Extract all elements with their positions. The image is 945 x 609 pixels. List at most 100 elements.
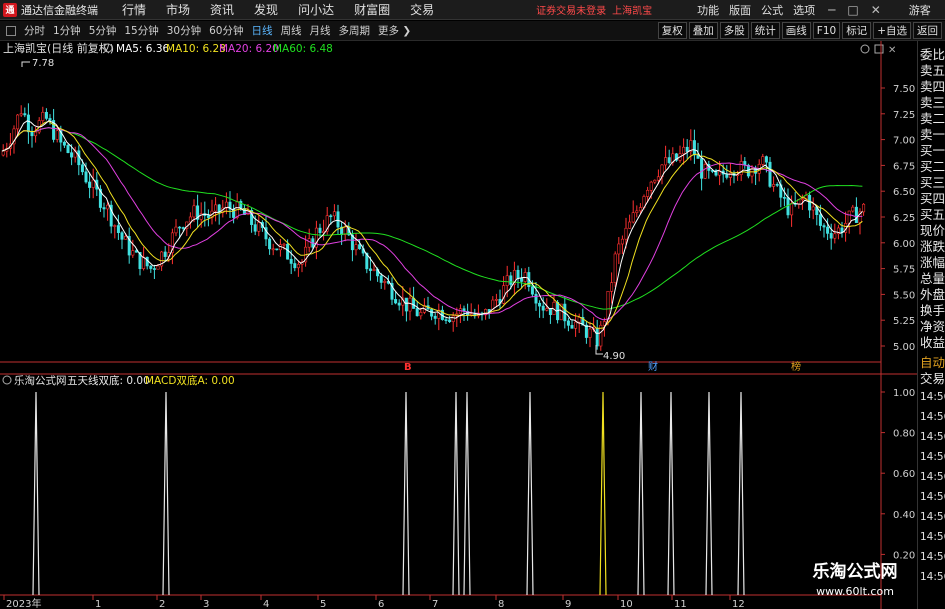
period-60min[interactable]: 60分钟 (208, 23, 244, 38)
event-mark-b[interactable]: B (404, 362, 412, 373)
quote-label-price: 现价 (920, 223, 945, 238)
period-daily[interactable]: 日线 (251, 23, 274, 38)
candle-body (516, 269, 520, 279)
period-more[interactable]: 更多 ❯ (377, 23, 412, 38)
close-pane-icon[interactable]: ✕ (888, 45, 896, 56)
menu-item-formula[interactable]: 公式 (761, 2, 783, 18)
menu-item-functions[interactable]: 功能 (697, 2, 719, 18)
quote-label-net-assets: 净资 (920, 319, 945, 334)
candle-body (494, 299, 498, 301)
multi-stock-button[interactable]: 多股 (719, 22, 749, 39)
maximize-pane-icon[interactable] (874, 44, 884, 54)
price-tick-label: 5.00 (893, 342, 915, 353)
candle-body (854, 206, 858, 223)
settings-icon[interactable] (860, 44, 870, 54)
candle-body (649, 181, 653, 191)
date-tick-label: 2 (159, 599, 165, 609)
event-mark-ranking[interactable]: 榜 (791, 360, 801, 373)
candle-body (408, 297, 412, 312)
candle-body (152, 268, 156, 270)
candle-body (80, 164, 84, 173)
menu-item-quotes[interactable]: 行情 (122, 1, 146, 18)
candle-body (91, 179, 95, 188)
user-name[interactable]: 游客 (909, 2, 931, 18)
period-weekly[interactable]: 周线 (280, 23, 303, 38)
back-button[interactable]: 返回 (913, 22, 942, 39)
maximize-icon[interactable]: □ (847, 3, 858, 17)
quote-label-sell1: 卖一 (920, 127, 945, 142)
quote-label-sell3: 卖三 (920, 95, 945, 110)
period-1min[interactable]: 1分钟 (52, 23, 82, 38)
ma10-label: MA10: 6.28 (166, 43, 226, 55)
candle-body (829, 233, 833, 239)
tick-time: 14:56 (920, 511, 945, 523)
date-tick-label: 9 (565, 599, 571, 609)
candle-body (84, 171, 88, 183)
tick-time: 14:56 (920, 431, 945, 443)
indicator-spike (599, 391, 607, 596)
minimize-icon[interactable]: ─ (828, 3, 835, 17)
menu-item-layout[interactable]: 版面 (729, 2, 751, 18)
candle-body (383, 281, 387, 283)
period-15min[interactable]: 15分钟 (123, 23, 159, 38)
indicator-field-five-day: 五天线双底: 0.00 (67, 374, 150, 387)
period-30min[interactable]: 30分钟 (166, 23, 202, 38)
candle-body (88, 181, 92, 188)
candle-body (775, 184, 779, 186)
candle-body (548, 308, 552, 315)
menu-item-discover[interactable]: 发现 (254, 1, 278, 18)
candle-body (505, 275, 509, 286)
event-mark-finance[interactable]: 财 (648, 360, 658, 373)
candle-body (545, 308, 549, 311)
add-watchlist-button[interactable]: +自选 (873, 22, 911, 39)
menu-item-news[interactable]: 资讯 (210, 1, 234, 18)
candle-body (178, 226, 182, 229)
menu-item-market[interactable]: 市场 (166, 1, 190, 18)
period-monthly[interactable]: 月线 (309, 23, 332, 38)
candle-body (397, 302, 401, 306)
date-tick-label: 11 (674, 599, 687, 609)
high-marker: 7.78 (21, 58, 54, 69)
date-tick-label: 1 (95, 599, 101, 609)
candle-body (530, 286, 534, 295)
close-icon[interactable]: ✕ (871, 3, 881, 17)
menu-item-options[interactable]: 选项 (793, 2, 815, 18)
indicator-tick-label: 1.00 (893, 388, 915, 399)
price-axis: 7.50 7.25 7.00 6.75 6.50 6.25 6.00 5.75 5.50 5.25… (881, 84, 915, 353)
draw-line-button[interactable]: 画线 (781, 22, 811, 39)
candle-body (120, 232, 124, 240)
candle-body (818, 214, 822, 226)
candle-body (584, 324, 588, 338)
overlay-button[interactable]: 叠加 (688, 22, 718, 39)
candle-body (188, 216, 192, 223)
login-status[interactable]: 证券交易未登录 (536, 2, 606, 17)
candle-body (368, 268, 372, 271)
auto-trade-label-2[interactable]: 交易 (918, 371, 945, 387)
menu-item-wealth[interactable]: 财富圈 (354, 1, 390, 18)
f10-button[interactable]: F10 (812, 22, 841, 39)
candle-body (541, 305, 545, 311)
quote-label-buy5: 买五 (920, 207, 945, 222)
quote-label-volume: 总量 (920, 271, 945, 286)
adjust-button[interactable]: 复权 (657, 22, 687, 39)
candle-body (26, 114, 30, 133)
statistics-button[interactable]: 统计 (750, 22, 780, 39)
indicator-chevron-icon[interactable] (2, 375, 12, 385)
tick-time: 14:56 (920, 471, 945, 483)
menu-item-trade[interactable]: 交易 (410, 1, 434, 18)
period-5min[interactable]: 5分钟 (88, 23, 118, 38)
candle-body (214, 204, 218, 212)
candle-body (451, 315, 455, 322)
period-multi[interactable]: 多周期 (338, 23, 372, 38)
mark-button[interactable]: 标记 (842, 22, 872, 39)
candle-body (833, 233, 837, 239)
period-intraday[interactable]: 分时 (23, 23, 46, 38)
candle-body (566, 320, 570, 326)
auto-trade-label-1[interactable]: 自动 (918, 355, 945, 371)
grid-icon[interactable] (6, 25, 16, 36)
menu-item-assistant[interactable]: 问小达 (298, 1, 334, 18)
tick-time: 14:56 (920, 531, 945, 543)
menu-bar: 通 通达信金融终端 行情 市场 资讯 发现 问小达 财富圈 交易 证券交易未登录… (0, 0, 945, 20)
candle-body (419, 312, 423, 317)
kline-chart[interactable]: 上海凯宝(日线 前复权) MA5: 6.36 MA10: 6.28 MA20: … (0, 41, 917, 609)
